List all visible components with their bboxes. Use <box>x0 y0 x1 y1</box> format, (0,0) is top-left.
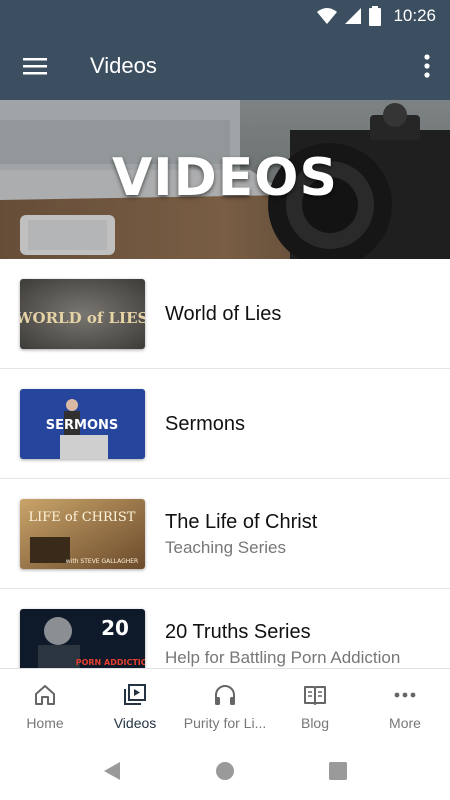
thumb-number: 20 <box>101 616 129 640</box>
item-text: 20 Truths Series Help for Battling Porn … <box>165 589 440 668</box>
menu-icon[interactable] <box>20 53 50 79</box>
thumbnail-life-of-christ: LIFE of CHRIST with STEVE GALLAGHER <box>20 499 145 569</box>
nav-home[interactable]: Home <box>0 669 90 741</box>
list-item[interactable]: 20 PORN ADDICTION 20 Truths Series Help … <box>0 589 450 668</box>
system-nav-bar <box>0 740 450 800</box>
nav-more[interactable]: More <box>360 669 450 741</box>
home-icon <box>35 685 55 705</box>
headphones-icon <box>215 685 235 705</box>
item-text: The Life of Christ Teaching Series <box>165 479 440 589</box>
video-category-list: WORLD of LIES World of Lies SERMONS Serm… <box>0 259 450 668</box>
nav-label: Blog <box>300 715 330 731</box>
item-title: Sermons <box>165 412 246 435</box>
nav-purity[interactable]: Purity for Li... <box>180 669 270 741</box>
hero-banner: VIDEOS <box>0 100 450 259</box>
more-horizontal-icon <box>394 692 416 698</box>
status-icons: 10:26 <box>317 6 436 26</box>
status-time: 10:26 <box>393 6 436 25</box>
list-item[interactable]: WORLD of LIES World of Lies <box>0 259 450 369</box>
back-icon[interactable] <box>101 760 123 782</box>
nav-label: Home <box>26 715 64 731</box>
bottom-nav: Home Videos Purity for Li... Blog More <box>0 668 450 740</box>
nav-blog[interactable]: Blog <box>270 669 360 741</box>
thumb-text: SERMONS <box>46 418 118 433</box>
battery-icon <box>369 6 382 26</box>
item-text: Sermons <box>165 369 440 479</box>
nav-videos[interactable]: Videos <box>90 669 180 741</box>
more-options-icon[interactable] <box>420 51 434 81</box>
status-bar: 10:26 <box>0 0 450 32</box>
item-title: World of Lies <box>165 302 282 325</box>
nav-label: Videos <box>113 715 157 731</box>
nav-label: Purity for Li... <box>183 715 267 731</box>
page-title: Videos <box>90 53 157 78</box>
item-title: The Life of Christ <box>165 510 318 533</box>
item-subtitle: Teaching Series <box>165 537 286 557</box>
item-title: 20 Truths Series <box>165 620 311 643</box>
thumbnail-world-of-lies: WORLD of LIES <box>20 279 145 349</box>
nav-label: More <box>389 715 421 731</box>
home-button-icon[interactable] <box>214 760 236 782</box>
thumb-subtext: with STEVE GALLAGHER <box>66 558 138 565</box>
video-library-icon <box>124 684 146 705</box>
thumbnail-20-truths: 20 PORN ADDICTION <box>20 609 145 668</box>
list-item[interactable]: LIFE of CHRIST with STEVE GALLAGHER The … <box>0 479 450 589</box>
recents-icon[interactable] <box>327 760 349 782</box>
thumb-subtext: PORN ADDICTION <box>76 658 145 667</box>
hero-title: VIDEOS <box>112 148 338 208</box>
signal-icon <box>345 8 362 24</box>
app-bar: Videos <box>0 32 450 100</box>
thumb-text: WORLD of LIES <box>20 309 145 327</box>
item-text: World of Lies <box>165 259 440 369</box>
list-item[interactable]: SERMONS Sermons <box>0 369 450 479</box>
thumb-text: LIFE of CHRIST <box>29 510 136 525</box>
item-subtitle: Help for Battling Porn Addiction <box>165 647 401 667</box>
thumbnail-sermons: SERMONS <box>20 389 145 459</box>
wifi-icon <box>317 8 338 24</box>
book-icon <box>304 686 326 705</box>
